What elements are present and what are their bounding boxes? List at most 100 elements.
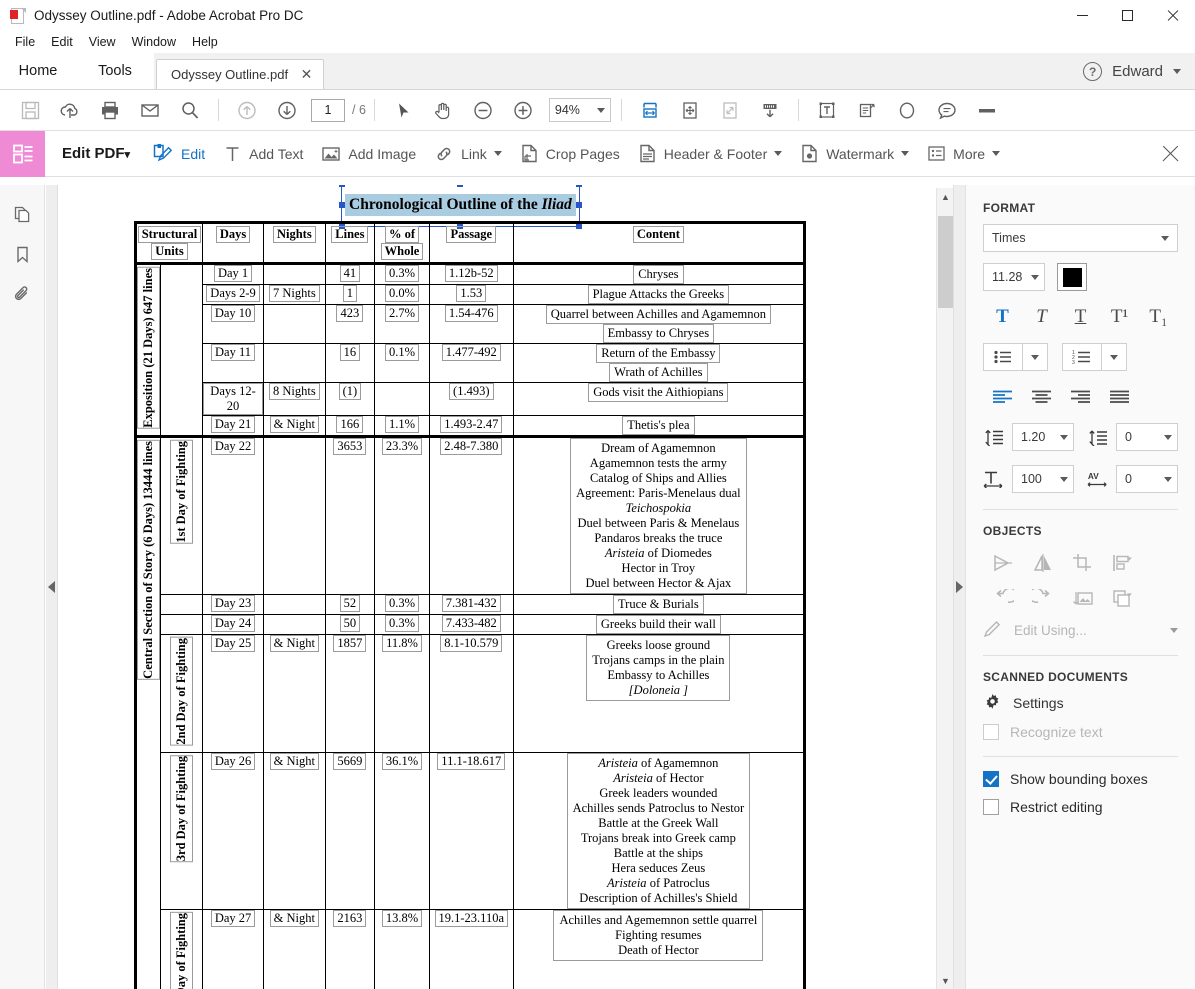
page-down-icon[interactable] (267, 93, 307, 127)
close-icon[interactable]: ✕ (298, 66, 315, 83)
underline-button[interactable]: T (1061, 303, 1100, 331)
cell-nights (264, 344, 325, 383)
close-window-button[interactable] (1150, 0, 1195, 31)
select-cursor-icon[interactable] (383, 93, 423, 127)
add-note-icon[interactable] (847, 93, 887, 127)
add-comment-icon[interactable] (927, 93, 967, 127)
line-spacing-select[interactable]: 1.20 (1012, 423, 1074, 451)
add-image-button[interactable]: Add Image (312, 131, 425, 177)
watermark-button[interactable]: Watermark (791, 131, 918, 177)
table-row: Days 2-9 7 Nights 1 0.0% 1.53 Plague Att… (136, 285, 805, 305)
menu-edit[interactable]: Edit (43, 33, 81, 51)
line-spacing-value: 1.20 (1021, 430, 1045, 444)
document-viewport[interactable]: Chronological Outline of the Iliad (58, 185, 953, 989)
tab-document[interactable]: Odyssey Outline.pdf ✕ (156, 59, 324, 89)
fit-page-icon[interactable] (710, 93, 750, 127)
align-right-button[interactable] (1061, 385, 1100, 409)
bold-button[interactable]: T (983, 303, 1022, 331)
add-text-button[interactable]: Add Text (214, 131, 312, 177)
header-footer-button[interactable]: Header & Footer (629, 131, 792, 177)
numbered-list-button[interactable]: 123 (1062, 343, 1102, 371)
add-text-box-icon[interactable] (807, 93, 847, 127)
align-left-button[interactable] (983, 385, 1022, 409)
align-center-button[interactable] (1022, 385, 1061, 409)
scroll-down-icon[interactable]: ▼ (937, 972, 954, 989)
zoom-in-icon[interactable] (503, 93, 543, 127)
font-color-swatch[interactable] (1057, 263, 1087, 291)
save-icon[interactable] (10, 93, 50, 127)
rotate-counterclockwise-icon[interactable] (983, 583, 1023, 615)
fit-width-icon[interactable] (630, 93, 670, 127)
numbered-list-options-button[interactable] (1102, 343, 1127, 371)
user-menu-label[interactable]: Edward (1112, 63, 1163, 80)
minimize-button[interactable] (1060, 0, 1105, 31)
draw-oval-icon[interactable] (887, 93, 927, 127)
align-objects-icon[interactable] (1103, 547, 1147, 579)
scan-settings-button[interactable]: Settings (983, 693, 1178, 712)
edit-pdf-title[interactable]: Edit PDF▾ (62, 145, 130, 162)
page-up-icon[interactable] (227, 93, 267, 127)
scroll-down-icon[interactable] (750, 93, 790, 127)
crop-icon[interactable] (1063, 547, 1103, 579)
flip-vertical-icon[interactable] (1023, 547, 1063, 579)
pdf-title-selection[interactable]: Chronological Outline of the Iliad (345, 194, 576, 216)
scrollbar-thumb[interactable] (938, 216, 953, 308)
arrange-icon[interactable] (1103, 583, 1147, 615)
collapse-left-panel-handle[interactable] (46, 185, 58, 989)
table-row: Central Section of Story (6 Days) 13444 … (136, 437, 805, 595)
rotate-clockwise-icon[interactable] (1023, 583, 1063, 615)
bulleted-list-options-button[interactable] (1023, 343, 1048, 371)
email-icon[interactable] (130, 93, 170, 127)
align-justify-button[interactable] (1100, 385, 1139, 409)
italic-button[interactable]: T (1022, 303, 1061, 331)
edit-button[interactable]: Edit (144, 131, 214, 177)
menu-view[interactable]: View (81, 33, 124, 51)
crop-pages-button[interactable]: Crop Pages (511, 131, 629, 177)
page-thumbnails-icon[interactable] (8, 200, 36, 228)
zoom-out-icon[interactable] (463, 93, 503, 127)
replace-image-icon[interactable] (1063, 583, 1103, 615)
search-icon[interactable] (170, 93, 210, 127)
more-button[interactable]: More (918, 131, 1009, 177)
font-family-select[interactable]: Times (983, 224, 1178, 252)
scroll-up-icon[interactable]: ▲ (937, 188, 954, 205)
menu-help[interactable]: Help (184, 33, 226, 51)
hand-tool-icon[interactable] (423, 93, 463, 127)
horizontal-scale-select[interactable]: 100 (1012, 465, 1074, 493)
tab-tools[interactable]: Tools (76, 52, 154, 89)
recognize-text-checkbox[interactable] (983, 724, 999, 740)
pan-page-icon[interactable] (670, 93, 710, 127)
cell-content: Dream of Agamemnon Agamemnon tests the a… (513, 437, 804, 595)
show-bounding-boxes-row[interactable]: Show bounding boxes (983, 771, 1178, 787)
menu-file[interactable]: File (7, 33, 43, 51)
menu-window[interactable]: Window (124, 33, 184, 51)
tab-home[interactable]: Home (0, 52, 76, 89)
upload-cloud-icon[interactable] (50, 93, 90, 127)
page-number-input[interactable]: 1 (311, 99, 345, 122)
draw-line-icon[interactable] (967, 93, 1007, 127)
maximize-button[interactable] (1105, 0, 1150, 31)
zoom-level-select[interactable]: 94% (549, 98, 611, 122)
bookmarks-icon[interactable] (8, 240, 36, 268)
subscript-button[interactable]: T₁ (1139, 303, 1178, 331)
attachments-icon[interactable] (8, 280, 36, 308)
expand-right-panel-handle[interactable] (953, 185, 965, 989)
paragraph-spacing-select[interactable]: 0 (1116, 423, 1178, 451)
show-bounding-boxes-checkbox[interactable] (983, 771, 999, 787)
print-icon[interactable] (90, 93, 130, 127)
chevron-down-icon[interactable] (1173, 69, 1181, 74)
font-size-select[interactable]: 11.28 (983, 263, 1045, 291)
flip-horizontal-icon[interactable] (983, 547, 1023, 579)
superscript-button[interactable]: T¹ (1100, 303, 1139, 331)
bulleted-list-button[interactable] (983, 343, 1023, 371)
help-icon[interactable]: ? (1083, 62, 1102, 81)
bold-glyph: T (996, 306, 1009, 328)
character-spacing-select[interactable]: 0 (1116, 465, 1178, 493)
restrict-editing-row[interactable]: Restrict editing (983, 799, 1178, 815)
recognize-text-row[interactable]: Recognize text (983, 724, 1178, 740)
link-button[interactable]: Link (425, 131, 511, 177)
close-edit-toolbar-button[interactable] (1160, 143, 1181, 164)
document-vertical-scrollbar[interactable]: ▲ ▼ (936, 188, 953, 989)
restrict-editing-checkbox[interactable] (983, 799, 999, 815)
edit-using-button[interactable]: Edit Using... (983, 621, 1178, 639)
